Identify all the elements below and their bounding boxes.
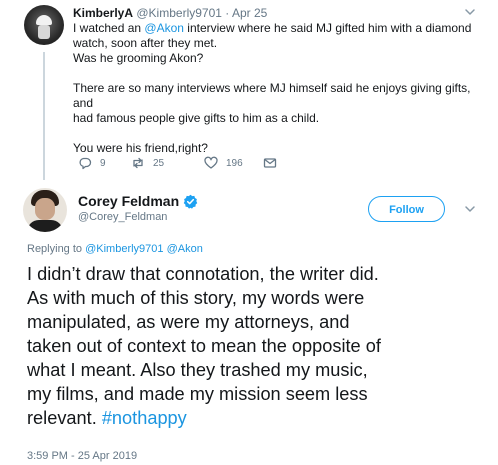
author-handle[interactable]: @Corey_Feldman [78, 211, 167, 223]
avatar-detail [35, 198, 55, 220]
chevron-down-icon[interactable] [464, 6, 476, 18]
tweet-text-segment: interview where he said MJ gifted him wi… [183, 21, 472, 35]
parent-author-name[interactable]: KimberlyA [73, 6, 133, 20]
main-tweet-text: I didn’t draw that connotation, the writ… [27, 262, 489, 430]
author-avatar[interactable] [23, 188, 67, 232]
chevron-down-icon[interactable] [464, 203, 476, 215]
follow-button[interactable]: Follow [368, 196, 445, 222]
replying-mention-link[interactable]: @Kimberly9701 [85, 243, 163, 255]
tweet-line: I didn’t draw that connotation, the writ… [27, 264, 379, 284]
tweet-line: You were his friend,right? [73, 141, 208, 155]
parent-author-handle[interactable]: @Kimberly9701 [136, 6, 222, 20]
verified-badge-icon [183, 194, 198, 209]
direct-message-button[interactable] [263, 155, 277, 171]
header-separator: · [225, 6, 230, 20]
retweet-icon [133, 157, 143, 169]
tweet-line: my films, and made my mission seem less [27, 384, 368, 404]
parent-tweet[interactable]: KimberlyA @Kimberly9701 · Apr 25 I watch… [0, 0, 498, 180]
avatar-detail [38, 25, 50, 39]
parent-tweet-time[interactable]: Apr 25 [232, 6, 267, 20]
avatar-detail [36, 15, 52, 25]
hashtag-link[interactable]: #nothappy [102, 408, 187, 428]
like-button[interactable]: 196 [204, 155, 243, 171]
parent-tweet-text: I watched an @Akon interview where he sa… [73, 21, 483, 156]
mention-link[interactable]: @Akon [144, 21, 184, 35]
like-count: 196 [226, 157, 243, 169]
tweet-line: had famous people give gifts to him as a… [73, 111, 320, 125]
tweet-line: As with much of this story, my words wer… [27, 288, 365, 308]
thread-connector-line [43, 52, 45, 180]
tweet-line: Was he grooming Akon? [73, 51, 204, 65]
tweet-text-segment: relevant. [27, 408, 102, 428]
tweet-line: manipulated, as were my attorneys, and [27, 312, 350, 332]
parent-avatar[interactable] [24, 5, 64, 45]
tweet-line: There are so many interviews where MJ hi… [73, 81, 471, 110]
tweet-line: watch, soon after they met. [73, 36, 218, 50]
avatar-detail [27, 220, 63, 232]
tweet-line: relevant. #nothappy [27, 406, 489, 430]
parent-tweet-header: KimberlyA @Kimberly9701 · Apr 25 [73, 5, 267, 21]
like-icon [204, 156, 218, 169]
direct-message-icon [263, 158, 277, 168]
tweet-text-segment: I watched an [73, 21, 145, 35]
tweet-timestamp[interactable]: 3:59 PM - 25 Apr 2019 [27, 450, 137, 462]
retweet-button[interactable]: 25 [131, 155, 164, 171]
retweet-count: 25 [153, 157, 165, 169]
replying-to: Replying to @Kimberly9701 @Akon [27, 243, 203, 255]
reply-count: 9 [100, 157, 106, 169]
tweet-line: I watched an @Akon interview where he sa… [73, 21, 483, 36]
author-name[interactable]: Corey Feldman [78, 193, 179, 209]
replying-mention-link[interactable]: @Akon [167, 243, 203, 255]
reply-button[interactable]: 9 [78, 155, 106, 171]
tweet-line: what I meant. Also they trashed my music… [27, 360, 368, 380]
reply-icon [79, 157, 92, 170]
author-name-row: Corey Feldman [78, 192, 198, 210]
tweet-line: taken out of context to mean the opposit… [27, 336, 381, 356]
replying-prefix: Replying to [27, 243, 83, 255]
